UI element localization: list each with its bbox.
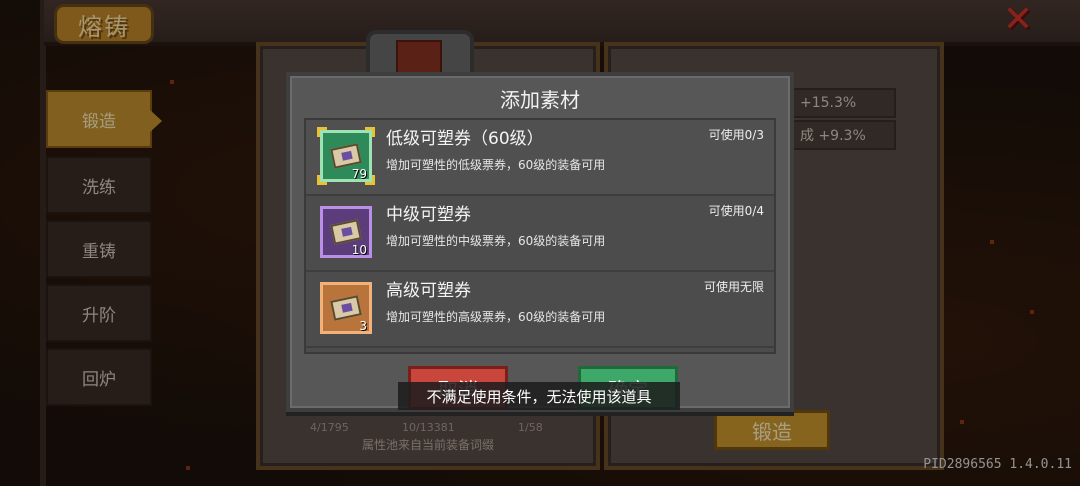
- item-availability: 可使用0/4: [708, 204, 764, 218]
- ticket-icon: [330, 295, 362, 321]
- toast-message: 不满足使用条件，无法使用该道具: [398, 382, 680, 410]
- material-icon-slot: 79: [317, 127, 375, 185]
- item-availability: 可使用无限: [703, 280, 764, 294]
- ticket-icon: [330, 143, 362, 169]
- item-description: 增加可塑性的低级票券，60级的装备可用: [386, 158, 606, 172]
- item-quantity: 10: [351, 243, 367, 257]
- item-quantity: 79: [351, 167, 367, 181]
- material-item[interactable]: 3 高级可塑券 增加可塑性的高级票券，60级的装备可用 可使用无限: [306, 272, 774, 348]
- item-availability: 可使用0/3: [708, 128, 764, 142]
- add-material-dialog: 添加素材 79 低级可塑券（60级） 增加可塑性的低级票券，60级的装备可用 可…: [286, 72, 794, 412]
- ticket-icon: [330, 219, 362, 245]
- item-description: 增加可塑性的中级票券，60级的装备可用: [386, 234, 606, 248]
- dialog-title: 添加素材: [500, 88, 580, 112]
- item-description: 增加可塑性的高级票券，60级的装备可用: [386, 310, 606, 324]
- item-name: 低级可塑券（60级）: [386, 129, 544, 149]
- material-icon-slot: 3: [320, 282, 372, 334]
- material-item[interactable]: 79 低级可塑券（60级） 增加可塑性的低级票券，60级的装备可用 可使用0/3: [306, 120, 774, 196]
- item-quantity: 3: [359, 319, 367, 333]
- material-item[interactable]: 10 中级可塑券 增加可塑性的中级票券，60级的装备可用 可使用0/4: [306, 196, 774, 272]
- material-list: 79 低级可塑券（60级） 增加可塑性的低级票券，60级的装备可用 可使用0/3…: [304, 118, 776, 354]
- material-icon-slot: 10: [320, 206, 372, 258]
- item-name: 中级可塑券: [386, 205, 471, 225]
- item-name: 高级可塑券: [386, 281, 471, 301]
